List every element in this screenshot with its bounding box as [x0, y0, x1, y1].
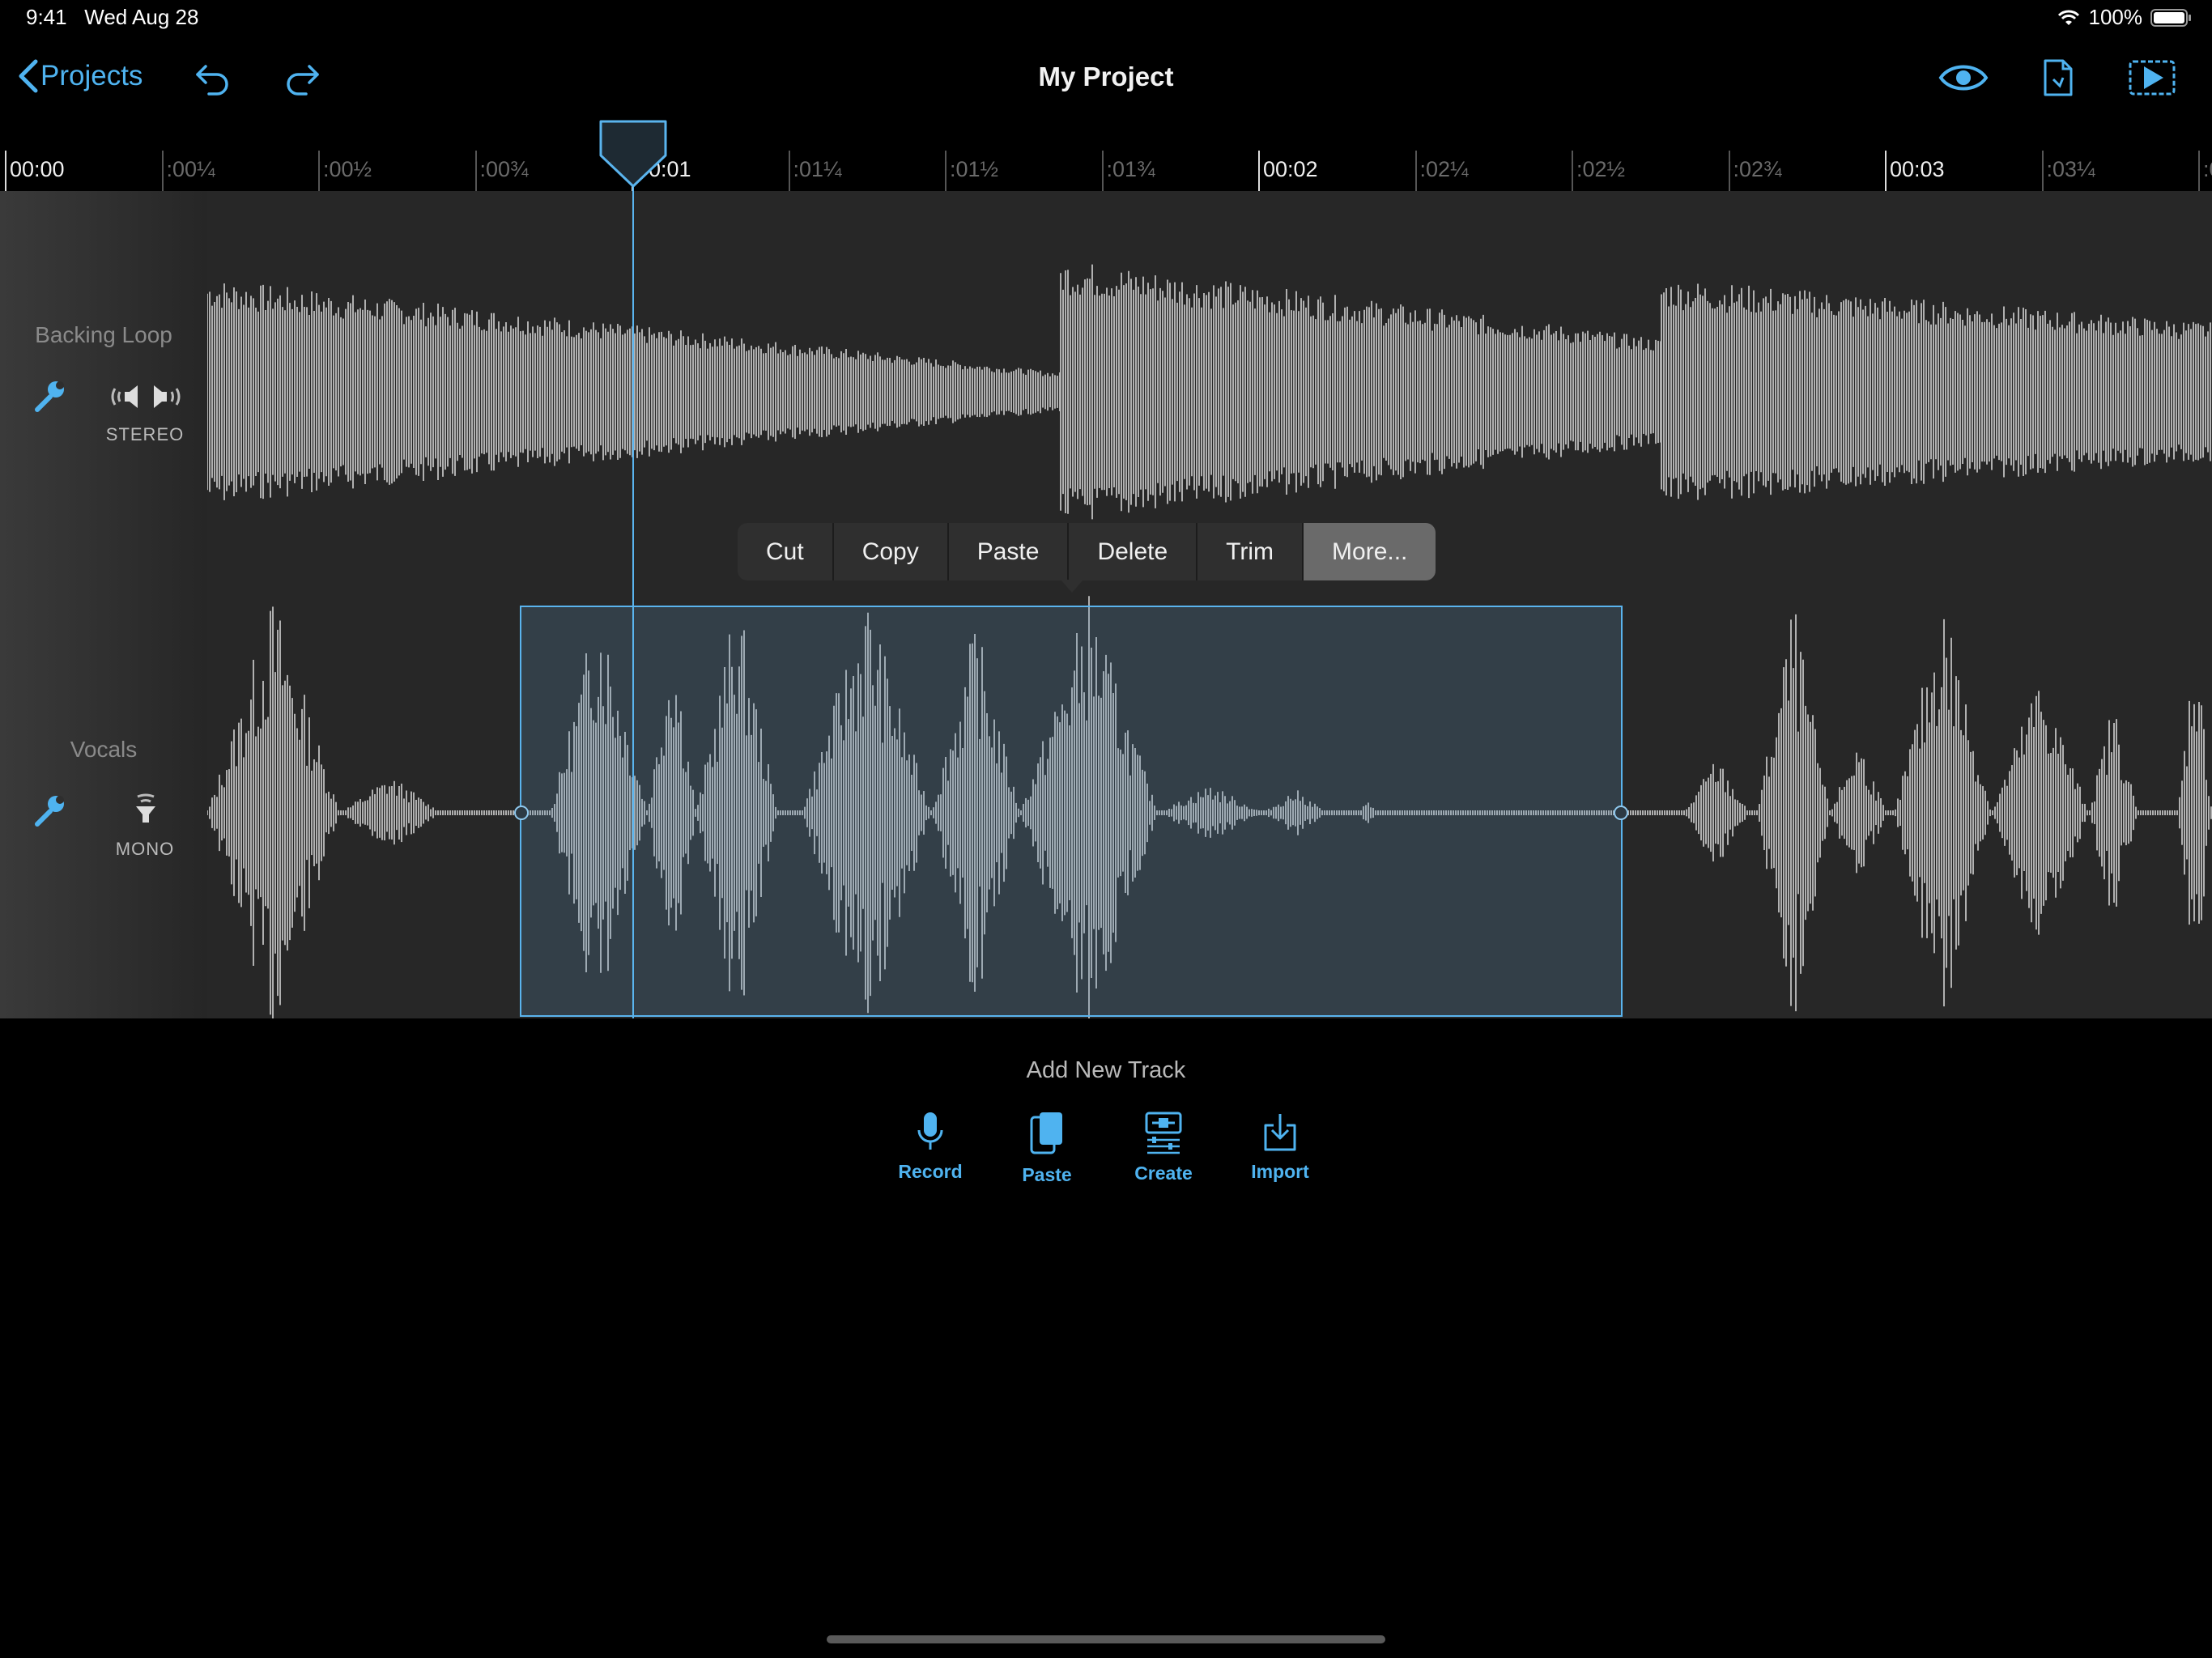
- mono-toggle[interactable]: [130, 793, 162, 830]
- menu-copy[interactable]: Copy: [834, 523, 949, 580]
- create-label: Create: [1134, 1163, 1193, 1184]
- ruler-tick: :00¾: [474, 151, 529, 191]
- create-track-button[interactable]: Create: [1111, 1111, 1216, 1184]
- mono-speaker-icon: [136, 793, 155, 823]
- document-icon: [2044, 59, 2073, 96]
- playhead-handle[interactable]: [598, 118, 669, 191]
- import-label: Import: [1251, 1161, 1309, 1182]
- context-menu-pointer: [1061, 580, 1083, 593]
- record-label: Record: [898, 1161, 963, 1182]
- timeline-ruler[interactable]: 00:00:00¼:00½:00¾ 00:01:01¼:01½:01¾ 00:02:…: [0, 151, 2212, 191]
- playhead-line: [632, 162, 634, 1018]
- battery-percent: 100%: [2088, 5, 2143, 29]
- video-play-icon: [2129, 60, 2176, 96]
- ruler-tick: :0: [2198, 151, 2212, 191]
- status-date: Wed Aug 28: [84, 5, 199, 29]
- paste-label: Paste: [1022, 1164, 1072, 1185]
- ruler-tick: :00¼: [161, 151, 215, 191]
- ruler-tick: :01¾: [1101, 151, 1155, 191]
- ruler-tick: :00½: [318, 151, 372, 191]
- track-settings-button[interactable]: [32, 793, 66, 831]
- ruler-tick: :02½: [1572, 151, 1625, 191]
- edit-context-menu: Cut Copy Paste Delete Trim More...: [738, 523, 1436, 580]
- eye-icon: [1938, 65, 1989, 91]
- track-mode-stereo: STEREO: [105, 424, 185, 444]
- ruler-tick: :02¾: [1728, 151, 1782, 191]
- ruler-tick: 00:02: [1258, 151, 1318, 191]
- ruler-tick: 00:03: [1885, 151, 1945, 191]
- wrench-icon: [35, 796, 64, 827]
- menu-paste[interactable]: Paste: [949, 523, 1070, 580]
- menu-delete[interactable]: Delete: [1069, 523, 1198, 580]
- status-right: 100%: [2057, 5, 2193, 30]
- battery-icon: [2150, 8, 2191, 27]
- play-video-button[interactable]: [2128, 58, 2176, 101]
- add-track-title: Add New Track: [1026, 1057, 1186, 1083]
- track-headers: Backing Loop STEREO Vocals MONO: [0, 191, 207, 1018]
- track-name-vocals: Vocals: [70, 737, 138, 762]
- paste-track-button[interactable]: Paste: [994, 1111, 1100, 1186]
- stereo-speaker-icon: [111, 385, 181, 408]
- export-button[interactable]: [2042, 58, 2074, 101]
- project-title: My Project: [1038, 62, 1174, 91]
- menu-more[interactable]: More...: [1304, 523, 1436, 580]
- track-name-backing-loop: Backing Loop: [35, 322, 172, 347]
- wifi-icon: [2057, 10, 2079, 25]
- stereo-toggle[interactable]: [108, 382, 183, 415]
- ruler-tick: :02¼: [1414, 151, 1469, 191]
- status-time: 9:41 Wed Aug 28: [26, 5, 199, 29]
- view-button[interactable]: [1938, 60, 1989, 100]
- record-track-button[interactable]: Record: [878, 1111, 983, 1183]
- ruler-tick: 00:00: [5, 151, 65, 191]
- sliders-icon: [1145, 1112, 1182, 1154]
- ruler-tick: :03¼: [2041, 151, 2095, 191]
- selection-start-handle[interactable]: [514, 806, 529, 820]
- import-track-button[interactable]: Import: [1227, 1111, 1333, 1183]
- track-mode-mono: MONO: [115, 839, 175, 859]
- import-icon: [1264, 1114, 1296, 1151]
- wrench-icon: [35, 381, 64, 412]
- selection-end-handle[interactable]: [1614, 806, 1628, 820]
- ruler-tick: :01½: [945, 151, 998, 191]
- ruler-tick: :01¼: [788, 151, 842, 191]
- menu-trim[interactable]: Trim: [1197, 523, 1304, 580]
- track-settings-button[interactable]: [32, 379, 66, 417]
- menu-cut[interactable]: Cut: [738, 523, 834, 580]
- selected-region[interactable]: [514, 606, 1628, 1017]
- paste-icon: [1030, 1112, 1062, 1154]
- home-indicator: [827, 1635, 1385, 1643]
- microphone-icon: [917, 1112, 943, 1150]
